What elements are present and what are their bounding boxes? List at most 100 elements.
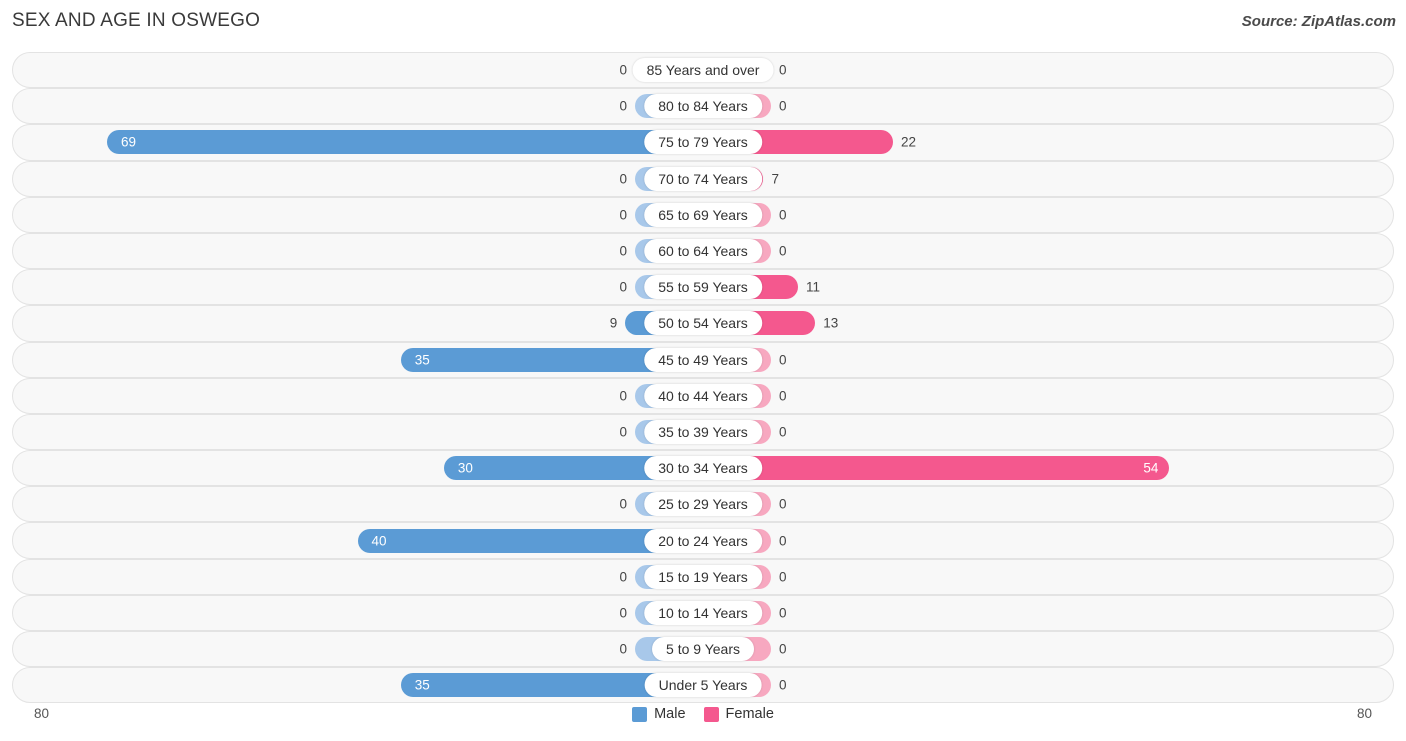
- chart-row: 0 7 70 to 74 Years: [12, 160, 1394, 197]
- value-label-female: 0: [779, 677, 787, 693]
- category-label: 50 to 54 Years: [644, 311, 762, 336]
- value-label-female: 0: [779, 98, 787, 114]
- chart-row: 0 0 85 Years and over: [12, 52, 1394, 89]
- value-label-female: 0: [779, 388, 787, 404]
- value-label-male: 0: [619, 62, 627, 78]
- value-label-female: 13: [823, 315, 839, 331]
- chart-row: 30 54 30 to 34 Years: [12, 450, 1394, 487]
- chart-row-inner: 0 0 80 to 84 Years: [13, 89, 1393, 123]
- category-label: 45 to 49 Years: [644, 347, 762, 372]
- chart-row: 0 0 5 to 9 Years: [12, 631, 1394, 668]
- legend-item-female[interactable]: Female: [703, 706, 774, 722]
- category-label: 70 to 74 Years: [644, 166, 762, 191]
- value-label-female: 54: [1143, 460, 1159, 476]
- bar-female[interactable]: [703, 456, 1170, 481]
- chart-row: 0 0 65 to 69 Years: [12, 196, 1394, 233]
- chart-row: 0 0 15 to 19 Years: [12, 558, 1394, 595]
- chart-row: 35 0 Under 5 Years: [12, 667, 1394, 704]
- chart-row-inner: 0 0 65 to 69 Years: [13, 198, 1393, 232]
- chart-row-inner: 35 0 45 to 49 Years: [13, 343, 1393, 377]
- chart-row: 40 0 20 to 24 Years: [12, 522, 1394, 559]
- chart-row: 9 13 50 to 54 Years: [12, 305, 1394, 342]
- value-label-male: 35: [414, 677, 430, 693]
- category-label: 30 to 34 Years: [644, 456, 762, 481]
- legend-swatch-female: [703, 706, 719, 722]
- legend-swatch-male: [632, 706, 648, 722]
- value-label-female: 11: [806, 279, 821, 295]
- chart-row: 0 0 40 to 44 Years: [12, 377, 1394, 414]
- value-label-male: 0: [619, 641, 627, 657]
- bar-male[interactable]: [107, 130, 703, 155]
- value-label-male: 0: [619, 388, 627, 404]
- value-label-male: 0: [619, 207, 627, 223]
- legend-label-female: Female: [725, 706, 774, 722]
- chart-row-inner: 0 0 60 to 64 Years: [13, 234, 1393, 268]
- chart-row-inner: 0 0 35 to 39 Years: [13, 415, 1393, 449]
- chart-row-inner: 0 0 15 to 19 Years: [13, 560, 1393, 594]
- value-label-female: 0: [779, 352, 787, 368]
- chart-row-inner: 35 0 Under 5 Years: [13, 668, 1393, 702]
- value-label-male: 69: [121, 134, 137, 150]
- chart-row: 0 0 25 to 29 Years: [12, 486, 1394, 523]
- chart-row: 0 0 35 to 39 Years: [12, 413, 1394, 451]
- chart-row-inner: 0 0 5 to 9 Years: [13, 632, 1393, 666]
- chart-row: 0 11 55 to 59 Years: [12, 269, 1394, 306]
- chart-row-inner: 69 22 75 to 79 Years: [13, 125, 1393, 159]
- value-label-female: 22: [901, 134, 917, 150]
- value-label-female: 0: [779, 569, 787, 585]
- chart-row-inner: 0 0 25 to 29 Years: [13, 487, 1393, 521]
- chart-row: 0 0 10 to 14 Years: [12, 594, 1394, 631]
- source-attribution: Source: ZipAtlas.com: [1241, 13, 1396, 30]
- value-label-male: 30: [457, 460, 473, 476]
- category-label: 35 to 39 Years: [644, 419, 762, 444]
- category-label: 85 Years and over: [632, 58, 774, 83]
- chart-row-inner: 0 0 40 to 44 Years: [13, 379, 1393, 413]
- category-label: 55 to 59 Years: [644, 275, 762, 300]
- category-label: 40 to 44 Years: [644, 383, 762, 408]
- chart-row: 0 0 60 to 64 Years: [12, 232, 1394, 270]
- value-label-female: 0: [779, 424, 787, 440]
- chart-legend: Male Female: [0, 706, 1406, 722]
- value-label-male: 0: [619, 569, 627, 585]
- value-label-female: 0: [779, 641, 787, 657]
- category-label: Under 5 Years: [644, 673, 762, 698]
- value-label-male: 0: [619, 171, 627, 187]
- value-label-male: 40: [371, 533, 387, 549]
- value-label-male: 35: [414, 352, 430, 368]
- value-label-female: 0: [779, 243, 787, 259]
- legend-label-male: Male: [654, 706, 686, 722]
- value-label-female: 0: [779, 533, 787, 549]
- category-label: 25 to 29 Years: [644, 492, 762, 517]
- chart-row: 35 0 45 to 49 Years: [12, 341, 1394, 378]
- chart-row-inner: 0 11 55 to 59 Years: [13, 270, 1393, 304]
- value-label-male: 9: [609, 315, 618, 331]
- category-label: 75 to 79 Years: [644, 130, 762, 155]
- legend-item-male[interactable]: Male: [632, 706, 686, 722]
- category-label: 65 to 69 Years: [644, 202, 762, 227]
- value-label-male: 0: [619, 424, 627, 440]
- chart-row: 69 22 75 to 79 Years: [12, 124, 1394, 161]
- chart-row-inner: 0 0 10 to 14 Years: [13, 596, 1393, 630]
- value-label-female: 7: [771, 171, 779, 187]
- value-label-male: 0: [619, 98, 627, 114]
- population-pyramid-chart: 0 0 85 Years and over 0 0 80 to 84 Years 69 22 7…: [12, 52, 1394, 704]
- page-title: SEX AND AGE IN OSWEGO: [12, 10, 261, 31]
- chart-row-inner: 0 0 85 Years and over: [13, 53, 1393, 87]
- category-label: 10 to 14 Years: [644, 600, 762, 625]
- value-label-female: 0: [779, 496, 787, 512]
- value-label-female: 0: [779, 207, 787, 223]
- value-label-female: 0: [779, 605, 787, 621]
- chart-row-inner: 30 54 30 to 34 Years: [13, 451, 1393, 485]
- chart-row-inner: 40 0 20 to 24 Years: [13, 523, 1393, 557]
- category-label: 60 to 64 Years: [644, 239, 762, 264]
- category-label: 15 to 19 Years: [644, 564, 762, 589]
- chart-row-inner: 9 13 50 to 54 Years: [13, 306, 1393, 340]
- value-label-male: 0: [619, 279, 627, 295]
- category-label: 80 to 84 Years: [644, 94, 762, 119]
- value-label-male: 0: [619, 605, 627, 621]
- chart-row: 0 0 80 to 84 Years: [12, 88, 1394, 125]
- value-label-female: 0: [779, 62, 787, 78]
- category-label: 5 to 9 Years: [652, 637, 754, 662]
- value-label-male: 0: [619, 496, 627, 512]
- chart-row-inner: 0 7 70 to 74 Years: [13, 162, 1393, 196]
